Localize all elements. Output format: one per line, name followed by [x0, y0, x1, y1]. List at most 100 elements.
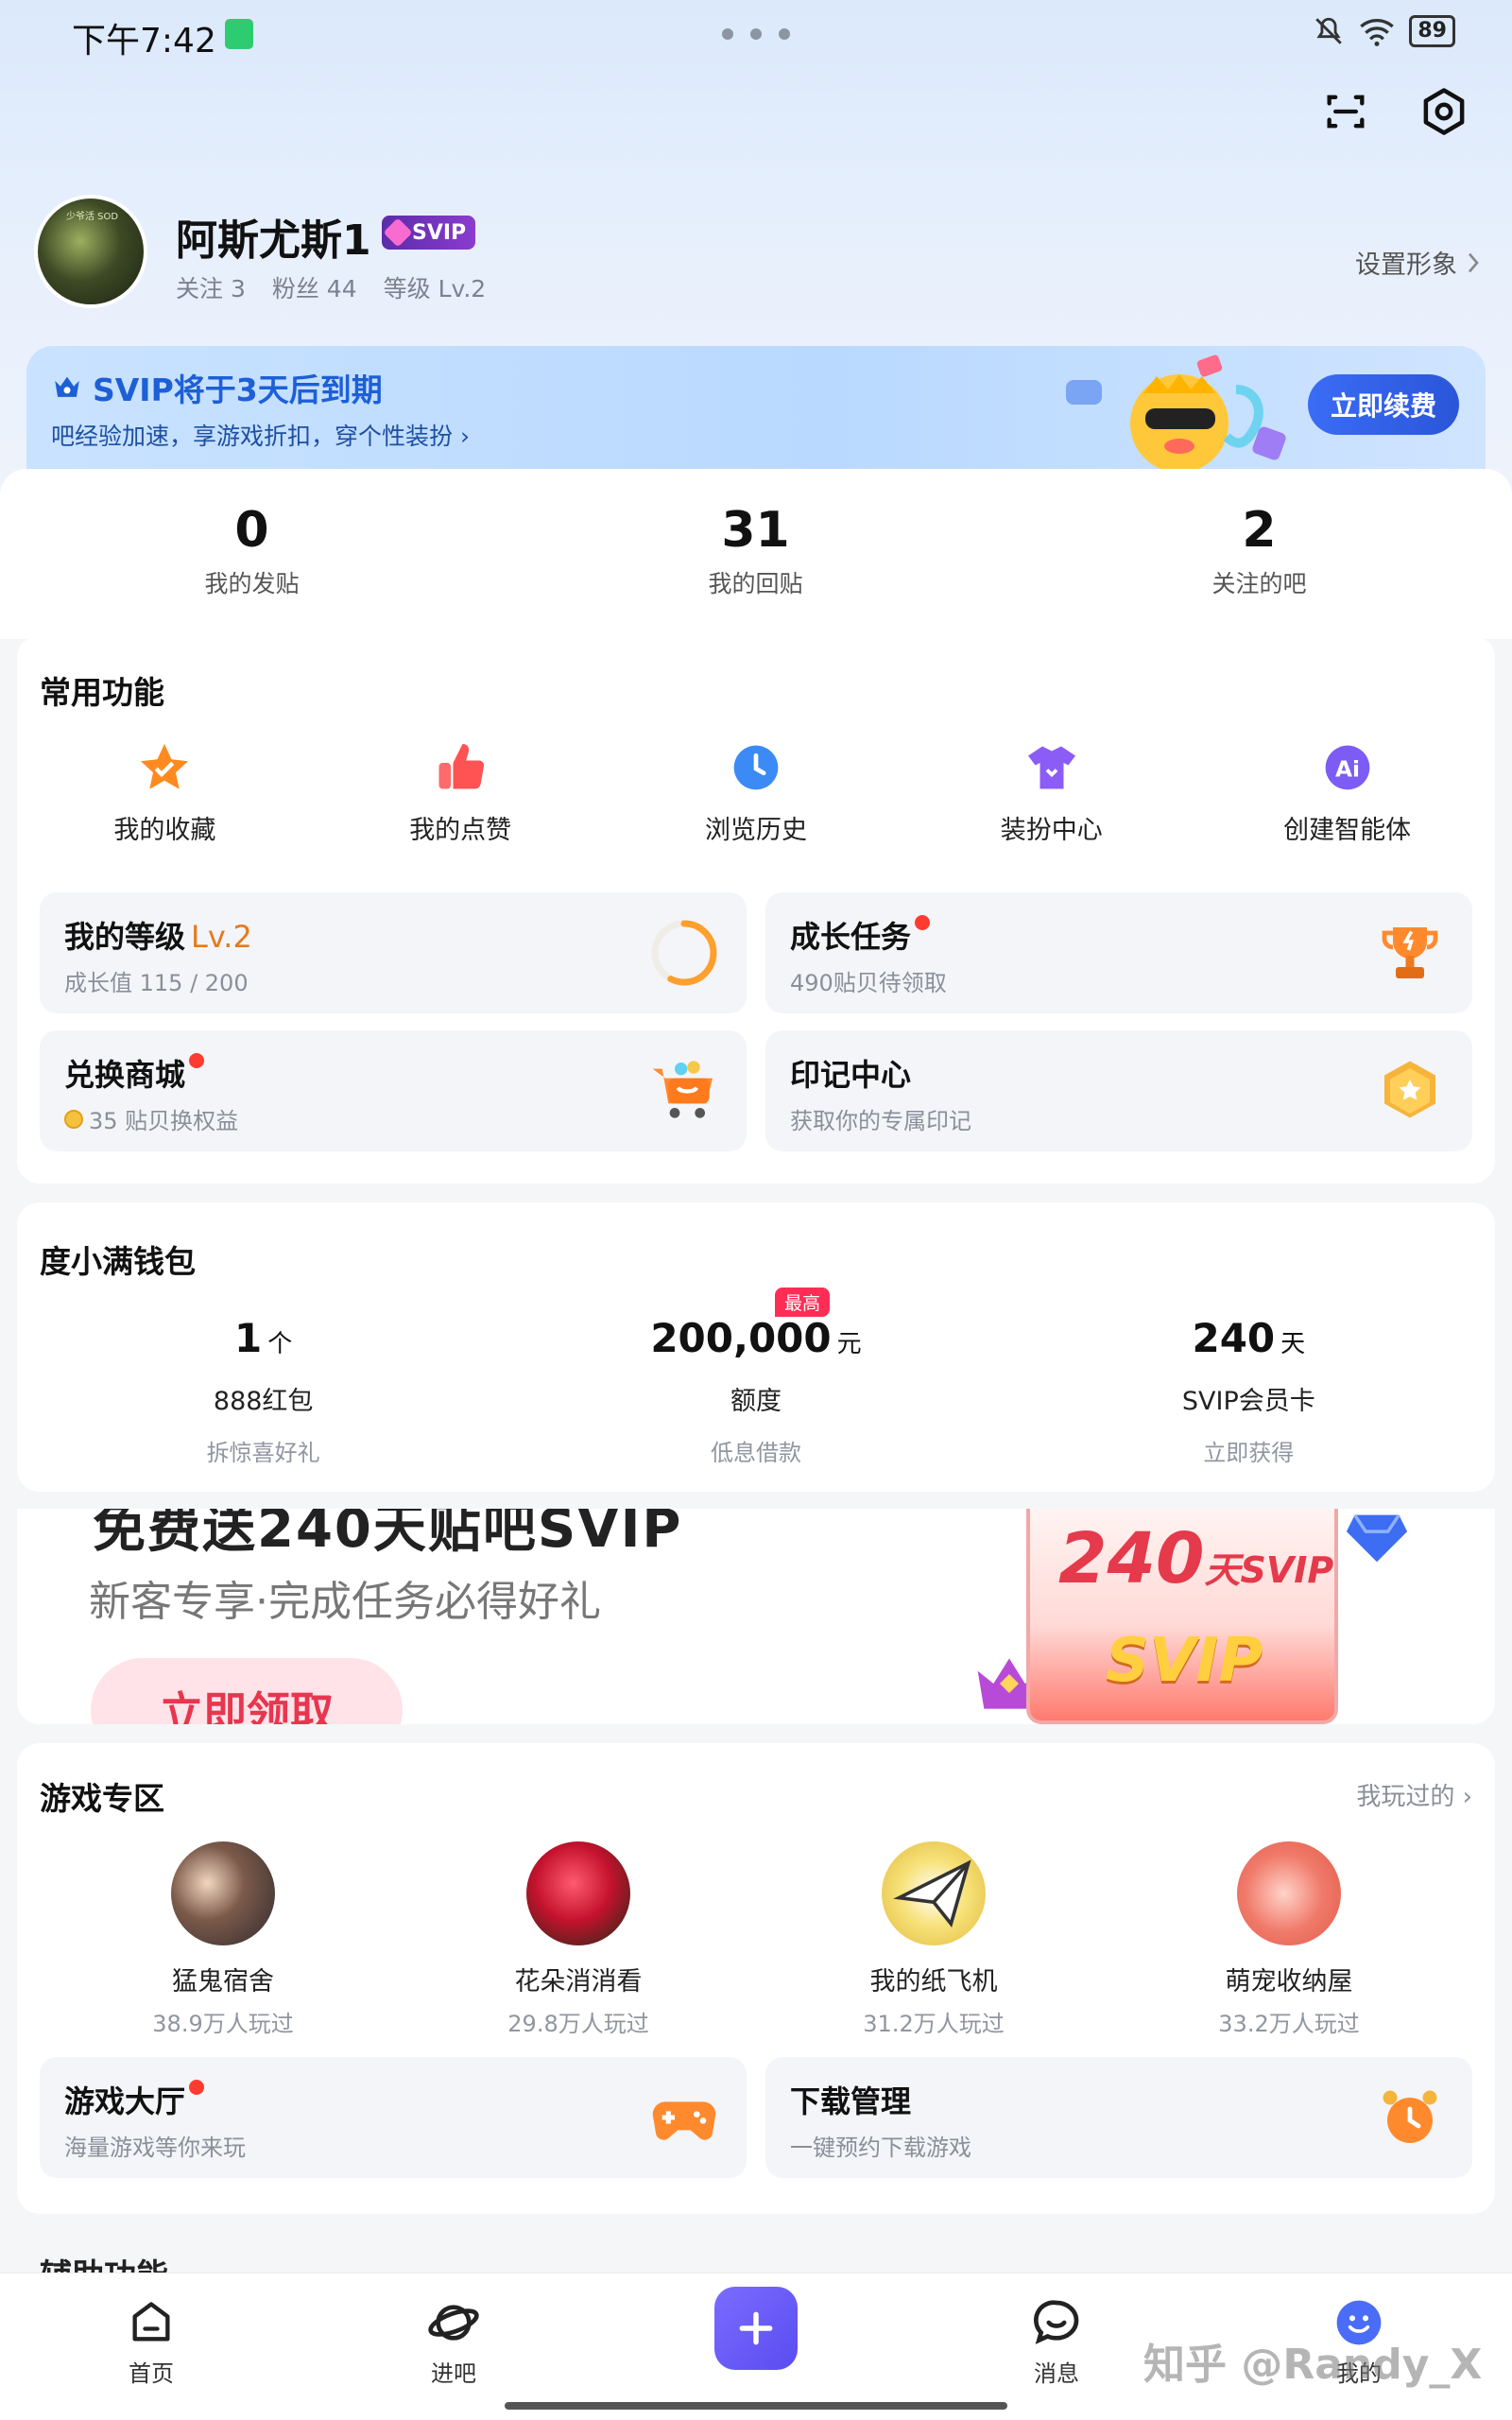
svip-badge[interactable]: SVIP [382, 216, 476, 250]
chevron-right-icon [1468, 252, 1479, 272]
stat-followed-bars[interactable]: 2 关注的吧 [1007, 501, 1511, 605]
username[interactable]: 阿斯尤斯1 [176, 206, 371, 267]
add-post-button[interactable] [714, 2287, 798, 2370]
planet-icon [427, 2296, 480, 2349]
fans-count[interactable]: 粉丝 44 [272, 270, 357, 304]
notification-dot [189, 2080, 205, 2095]
profile-section: 少爷活 SOD 阿斯尤斯1 SVIP 关注 3 粉丝 44 等级 Lv.2 设置… [34, 195, 1480, 312]
ai-icon: Ai [1319, 739, 1376, 796]
common-functions-title: 常用功能 [40, 674, 164, 711]
wifi-icon [1360, 19, 1395, 46]
download-manager-subtitle: 一键预约下载游戏 [790, 2135, 971, 2161]
stat-my-replies[interactable]: 31 我的回贴 [504, 501, 1007, 605]
game-pet-storage-icon [1237, 1841, 1341, 1945]
stamp-center-subtitle: 获取你的专属印记 [790, 1108, 971, 1134]
game-hall-subtitle: 海量游戏等你来玩 [64, 2135, 246, 2161]
renew-button[interactable]: 立即续费 [1308, 374, 1459, 435]
plus-icon [739, 2311, 773, 2345]
games-title: 游戏专区 [40, 1780, 164, 1817]
status-icons: 89 [1313, 15, 1455, 47]
post-stats: 0 我的发贴 31 我的回贴 2 关注的吧 [0, 501, 1512, 605]
game-item[interactable]: 猛鬼宿舍 38.9万人玩过 [45, 1841, 401, 2038]
wallet-red-packet[interactable]: 1个 888红包 拆惊喜好礼 [17, 1314, 509, 1467]
crown-shield-icon [55, 376, 79, 397]
game-item[interactable]: 萌宠收纳屋 33.2万人玩过 [1111, 1841, 1467, 2038]
svip-card-illustration: 240天SVIP SVIP [1026, 1509, 1338, 1724]
game-item[interactable]: 花朵消消看 29.8万人玩过 [401, 1841, 756, 2038]
exchange-mall-subtitle: 35 贴贝换权益 [64, 1102, 238, 1135]
wallet-svip-card[interactable]: 240 天 SVIP会员卡 立即获得 [1003, 1314, 1495, 1467]
game-flower-match-icon [526, 1841, 630, 1945]
exchange-mall-tile[interactable]: 兑换商城 35 贴贝换权益 [40, 1030, 747, 1151]
game-hall-title: 游戏大厅 [64, 2078, 205, 2121]
gamepad-icon [646, 2080, 722, 2155]
following-count[interactable]: 关注 3 [176, 270, 246, 304]
shopping-cart-icon [646, 1053, 722, 1129]
game-item[interactable]: 我的纸飞机 31.2万人玩过 [756, 1841, 1111, 2038]
games-card: 游戏专区 我玩过的 › 猛鬼宿舍 38.9万人玩过 花朵消消看 29.8万人玩过… [17, 1743, 1495, 2214]
svip-expiry-banner[interactable]: SVIP将于3天后到期 吧经验加速，享游戏折扣，穿个性装扮 › 立即续费 [26, 346, 1486, 471]
level-progress-ring [646, 915, 722, 991]
growth-tasks-tile[interactable]: 成长任务 490贴贝待领取 [765, 892, 1472, 1013]
nav-enter-bar[interactable]: 进吧 [397, 2296, 510, 2388]
notification-dot [915, 915, 931, 930]
my-level-tile[interactable]: 我的等级 Lv.2 成长值 115 / 200 [40, 892, 747, 1013]
bottom-navigation: 首页 进吧 消息 我的 知乎 @Randy_X [0, 2273, 1512, 2420]
func-favorites[interactable]: 我的收藏 [17, 739, 313, 846]
max-tag: 最高 [774, 1288, 830, 1317]
star-icon [136, 739, 193, 796]
claim-button[interactable]: 立即领取 [91, 1658, 403, 1724]
more-dots-icon[interactable] [722, 28, 790, 40]
thumbs-up-icon [432, 739, 489, 796]
level-title: 我的等级 Lv.2 [64, 919, 252, 955]
func-likes[interactable]: 我的点赞 [313, 739, 609, 846]
svip-promo-banner[interactable]: 免费送240天贴吧SVIP 新客专享·完成任务必得好礼 立即领取 240天SVI… [17, 1509, 1495, 1724]
gem-decoration-icon [1346, 1513, 1408, 1563]
promo-title: 免费送240天贴吧SVIP [93, 1509, 683, 1560]
app-indicator-icon [225, 19, 253, 49]
shirt-icon [1023, 739, 1080, 796]
svg-text:Ai: Ai [1335, 755, 1360, 782]
download-manager-title: 下载管理 [790, 2083, 912, 2119]
func-create-agent[interactable]: Ai 创建智能体 [1199, 739, 1495, 846]
game-ghost-dorm-icon [171, 1841, 275, 1945]
next-section-title: 辅助功能 [40, 2250, 168, 2273]
promo-subtitle: 新客专享·完成任务必得好礼 [89, 1578, 601, 1626]
svip-expiry-title: SVIP将于3天后到期 [51, 365, 383, 410]
game-hall-tile[interactable]: 游戏大厅 海量游戏等你来玩 [40, 2057, 747, 2178]
growth-tasks-title: 成长任务 [790, 913, 931, 957]
wallet-title: 度小满钱包 [40, 1243, 196, 1280]
nav-home[interactable]: 首页 [94, 2296, 208, 2388]
notification-dot [189, 1053, 205, 1068]
mute-icon [1315, 17, 1343, 44]
battery-icon: 89 [1409, 15, 1455, 47]
stamp-center-tile[interactable]: 印记中心 获取你的专属印记 [765, 1030, 1472, 1151]
scan-icon[interactable] [1315, 81, 1376, 142]
clock-icon [728, 739, 784, 796]
exchange-mall-title: 兑换商城 [64, 1051, 205, 1095]
function-grid: 我的收藏 我的点赞 浏览历史 装扮中心 Ai 创建智能体 [17, 739, 1495, 846]
settings-icon[interactable] [1414, 81, 1474, 142]
alarm-clock-icon [1372, 2080, 1448, 2155]
func-dressup[interactable]: 装扮中心 [903, 739, 1199, 846]
played-games-link[interactable]: 我玩过的 › [1356, 1777, 1472, 1812]
level-text[interactable]: 等级 Lv.2 [384, 270, 487, 304]
mascot-illustration [1066, 354, 1286, 471]
stat-my-posts[interactable]: 0 我的发贴 [0, 501, 504, 605]
func-history[interactable]: 浏览历史 [609, 739, 904, 846]
set-avatar-link[interactable]: 设置形象 [1355, 244, 1480, 281]
wallet-credit-limit[interactable]: 最高 200,000 元 额度 低息借款 [509, 1288, 1002, 1467]
nav-messages[interactable]: 消息 [1000, 2296, 1113, 2388]
profile-stats: 关注 3 粉丝 44 等级 Lv.2 [176, 270, 486, 304]
svip-expiry-subtitle: 吧经验加速，享游戏折扣，穿个性装扮 › [51, 423, 470, 450]
level-progress-text: 成长值 115 / 200 [64, 970, 249, 996]
coin-icon [64, 1109, 83, 1129]
download-manager-tile[interactable]: 下载管理 一键预约下载游戏 [765, 2057, 1472, 2178]
status-time: 下午7:42 [72, 22, 216, 60]
growth-tasks-subtitle: 490贴贝待领取 [790, 970, 947, 996]
watermark: 知乎 @Randy_X [1143, 2341, 1483, 2389]
game-paper-plane-icon [882, 1841, 986, 1945]
avatar[interactable]: 少爷活 SOD [34, 195, 147, 308]
home-indicator[interactable] [505, 2402, 1007, 2410]
common-functions-card: 常用功能 我的收藏 我的点赞 浏览历史 装扮中心 Ai 创建智能体 我的等级 L… [17, 635, 1495, 1184]
